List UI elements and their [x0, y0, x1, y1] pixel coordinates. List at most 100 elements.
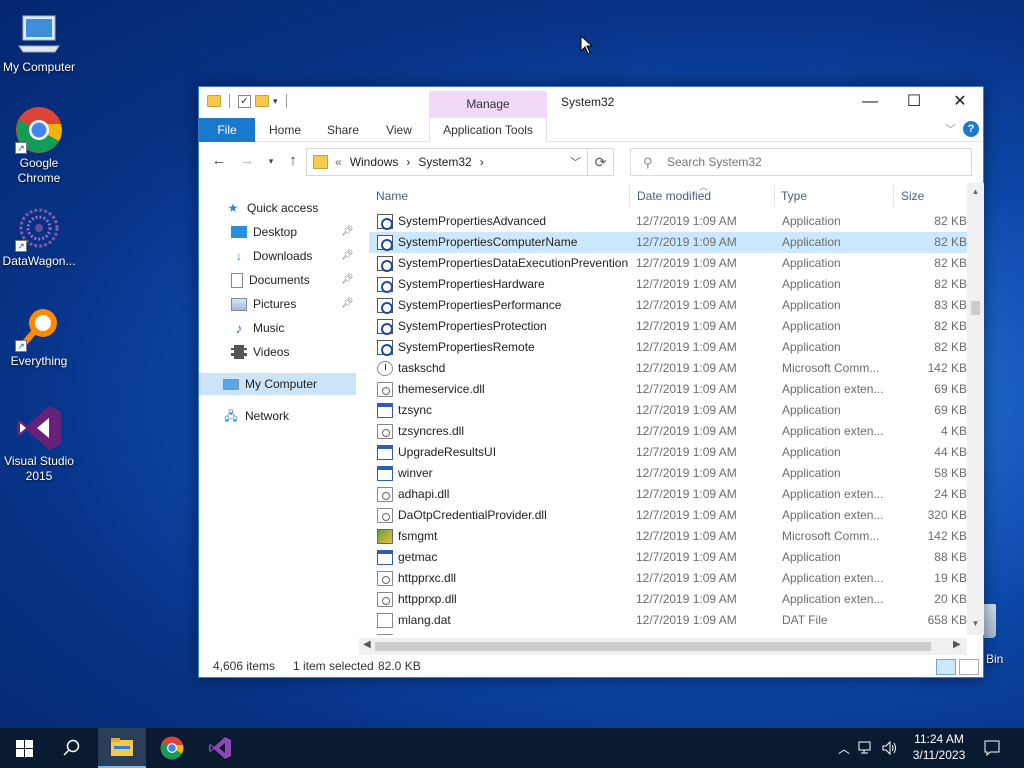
breadcrumb-overflow[interactable]: « [335, 155, 342, 169]
file-row[interactable]: SystemPropertiesProtection 12/7/2019 1:09… [369, 316, 967, 337]
breadcrumb-separator-icon[interactable]: › [406, 155, 410, 169]
file-row[interactable]: fsmgmt 12/7/2019 1:09 AM Microsoft Comm...… [369, 526, 967, 547]
taskbar-visual-studio[interactable] [196, 728, 244, 768]
file-row[interactable]: httpprxc.dll 12/7/2019 1:09 AM Application… [369, 568, 967, 589]
action-center-button[interactable] [968, 728, 1016, 768]
file-row[interactable]: UpgradeResultsUI 12/7/2019 1:09 AM Applica… [369, 442, 967, 463]
up-arrow-icon[interactable]: ↑ [283, 151, 303, 171]
address-dropdown-chevron-icon[interactable]: ﹀ [570, 154, 581, 170]
nav-downloads[interactable]: ↓ Downloads 📌︎ [231, 245, 357, 267]
nav-my-computer[interactable]: My Computer [199, 373, 356, 395]
file-row[interactable]: tzsyncres.dll 12/7/2019 1:09 AM Applicatio… [369, 421, 967, 442]
taskbar-chrome[interactable] [148, 728, 196, 768]
file-size: 82 KB [934, 319, 967, 333]
minimize-button[interactable]: — [847, 87, 893, 118]
file-row[interactable]: adhapi.dll 12/7/2019 1:09 AM Application e… [369, 484, 967, 505]
desktop-icon-datawagon[interactable]: ↗ DataWagon... [0, 204, 78, 269]
file-row[interactable]: winver 12/7/2019 1:09 AM Application 58 KB [369, 463, 967, 484]
file-row[interactable]: themeservice.dll 12/7/2019 1:09 AM Applica… [369, 379, 967, 400]
file-row[interactable]: netbios.dll 12/7/2019 1:09 AM Application … [369, 631, 967, 635]
file-row[interactable]: taskschd 12/7/2019 1:09 AM Microsoft Comm.… [369, 358, 967, 379]
breadcrumb-separator-icon[interactable]: › [480, 155, 484, 169]
volume-icon[interactable] [882, 741, 898, 755]
file-row[interactable]: SystemPropertiesRemote 12/7/2019 1:09 AM A… [369, 337, 967, 358]
tab-share[interactable]: Share [319, 118, 367, 142]
network-icon[interactable] [858, 741, 874, 755]
nav-quick-access[interactable]: ★ Quick access [225, 197, 319, 219]
tab-file[interactable]: File [199, 118, 255, 142]
customize-toolbar-chevron-icon[interactable]: ▾ [273, 96, 278, 107]
breadcrumb-windows[interactable]: Windows [350, 155, 399, 169]
scroll-left-arrow-icon[interactable]: ◀ [363, 639, 371, 650]
pin-icon: 📌︎ [341, 250, 354, 261]
file-row[interactable]: SystemPropertiesHardware 12/7/2019 1:09 A… [369, 274, 967, 295]
new-folder-button[interactable] [255, 95, 269, 107]
tab-view[interactable]: View [375, 118, 423, 142]
title-bar[interactable]: ✓ ▾ Manage System32 — ☐ ✕ [199, 87, 983, 118]
maximize-button[interactable]: ☐ [891, 87, 937, 118]
recent-locations-chevron-icon[interactable]: ▾ [261, 151, 281, 171]
start-button[interactable] [0, 728, 48, 768]
file-date: 12/7/2019 1:09 AM [636, 340, 737, 354]
close-button[interactable]: ✕ [937, 87, 983, 118]
desktop-icon-visual-studio[interactable]: Visual Studio 2015 [0, 404, 78, 484]
file-name: SystemPropertiesPerformance [398, 298, 562, 312]
desktop-icon-everything[interactable]: ↗ Everything [0, 304, 78, 369]
vertical-scrollbar[interactable]: ▲ ▼ [967, 183, 984, 635]
details-view-button[interactable] [936, 659, 956, 675]
tab-application-tools[interactable]: Application Tools [429, 118, 547, 142]
desktop-icon-my-computer[interactable]: My Computer [0, 10, 78, 75]
tab-home[interactable]: Home [261, 118, 309, 142]
properties-button[interactable]: ✓ [238, 94, 251, 108]
file-row[interactable]: httpprxp.dll 12/7/2019 1:09 AM Application… [369, 589, 967, 610]
file-size: 82 KB [934, 214, 967, 228]
search-input[interactable] [667, 154, 957, 170]
horizontal-scrollbar[interactable]: ◀ ▶ [359, 638, 967, 655]
back-arrow-icon[interactable]: ← [209, 151, 229, 171]
search-box[interactable]: ⚲ [630, 148, 972, 176]
tab-manage[interactable]: Manage [429, 91, 547, 118]
large-icons-view-button[interactable] [959, 659, 979, 675]
file-row[interactable]: SystemPropertiesAdvanced 12/7/2019 1:09 A… [369, 211, 967, 232]
column-size[interactable]: Size [901, 189, 924, 203]
scroll-down-arrow-icon[interactable]: ▼ [967, 619, 984, 628]
file-row[interactable]: mlang.dat 12/7/2019 1:09 AM DAT File 658 KB [369, 610, 967, 631]
scroll-right-arrow-icon[interactable]: ▶ [953, 639, 961, 650]
nav-network[interactable]: 🖧︎ Network [223, 405, 289, 427]
file-size: 20 KB [934, 592, 967, 606]
scroll-up-arrow-icon[interactable]: ▲ [967, 187, 984, 196]
file-name: taskschd [398, 361, 446, 375]
help-button[interactable]: ? [963, 121, 979, 137]
file-row[interactable]: SystemPropertiesDataExecutionPrevention 1… [369, 253, 967, 274]
address-bar[interactable]: « Windows › System32 › ﹀ [306, 148, 588, 176]
windows-logo-icon [15, 739, 33, 757]
file-row[interactable]: DaOtpCredentialProvider.dll 12/7/2019 1:0… [369, 505, 967, 526]
column-date-modified[interactable]: Date modified [637, 189, 711, 203]
scrollbar-thumb[interactable] [375, 642, 931, 651]
nav-documents[interactable]: Documents 📌︎ [231, 269, 357, 291]
nav-desktop[interactable]: Desktop 📌︎ [231, 221, 357, 243]
file-date: 12/7/2019 1:09 AM [636, 508, 737, 522]
file-row[interactable]: getmac 12/7/2019 1:09 AM Application 88 KB [369, 547, 967, 568]
file-row[interactable]: SystemPropertiesPerformance 12/7/2019 1:0… [369, 295, 967, 316]
star-icon: ★ [227, 201, 239, 215]
expand-ribbon-chevron-icon[interactable]: ﹀ [945, 121, 956, 137]
file-row[interactable]: SystemPropertiesComputerName 12/7/2019 1:… [369, 232, 967, 253]
breadcrumb-system32[interactable]: System32 [418, 155, 471, 169]
scrollbar-thumb[interactable] [971, 301, 980, 315]
nav-label: Quick access [247, 201, 319, 215]
nav-music[interactable]: ♪ Music [231, 317, 285, 339]
file-row[interactable]: tzsync 12/7/2019 1:09 AM Application 69 KB [369, 400, 967, 421]
forward-arrow-icon[interactable]: → [237, 151, 257, 171]
file-type: Application [782, 445, 841, 459]
column-type[interactable]: Type [781, 189, 807, 203]
clock[interactable]: 11:24 AM 3/11/2023 [906, 731, 972, 763]
show-hidden-icons-chevron-icon[interactable]: ︿ [838, 740, 850, 757]
nav-videos[interactable]: Videos [231, 341, 289, 363]
taskbar-file-explorer[interactable] [98, 728, 146, 768]
desktop-icon-google-chrome[interactable]: ↗ Google Chrome [0, 106, 78, 186]
refresh-button[interactable]: ⟳ [588, 148, 614, 176]
nav-pictures[interactable]: Pictures 📌︎ [231, 293, 357, 315]
search-button[interactable] [48, 728, 96, 768]
column-name[interactable]: Name [376, 189, 408, 203]
